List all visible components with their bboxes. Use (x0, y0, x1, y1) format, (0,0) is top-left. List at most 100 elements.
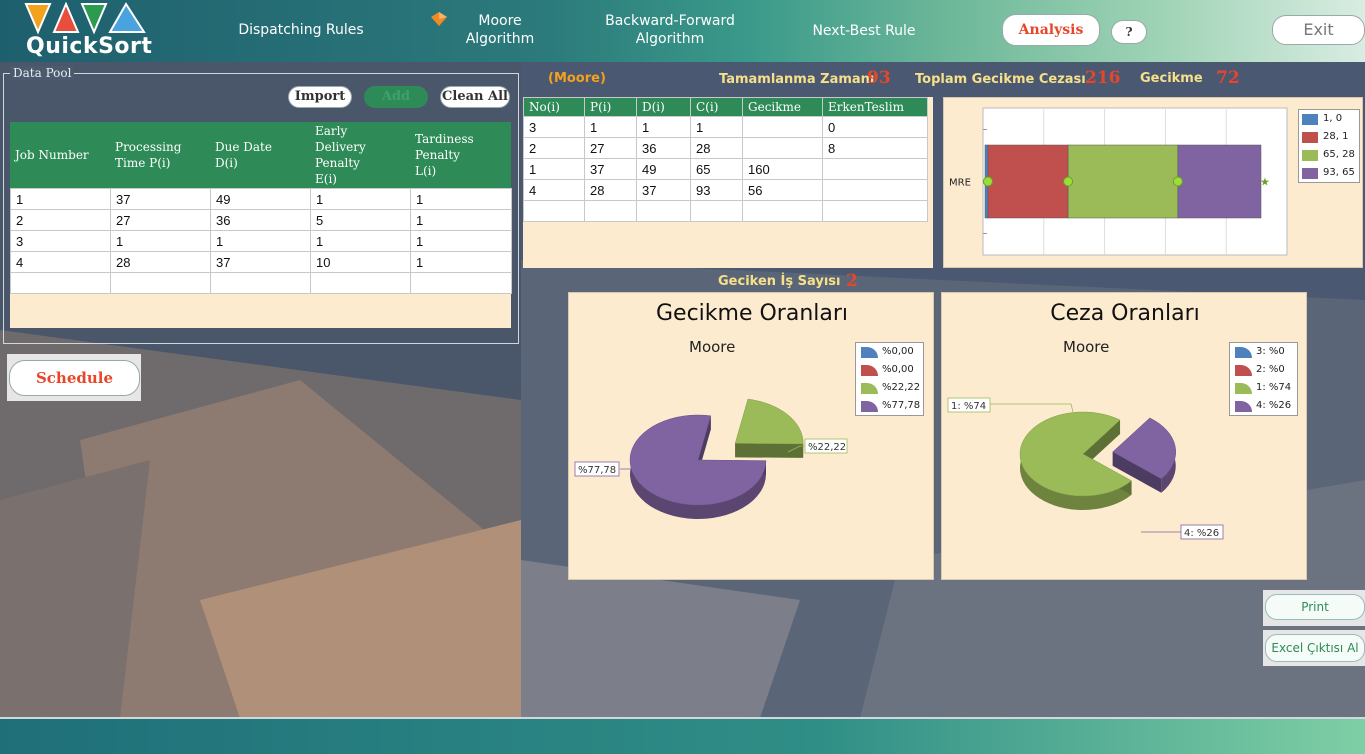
result-table-cell[interactable]: 93 (690, 179, 743, 201)
result-table-cell[interactable]: 37 (636, 179, 691, 201)
gantt-legend-item: 93, 65 (1299, 164, 1359, 182)
result-table-cell[interactable]: 8 (822, 137, 928, 159)
result-table-cell[interactable]: 49 (636, 158, 691, 180)
schedule-button[interactable]: Schedule (9, 360, 140, 396)
analysis-button[interactable]: Analysis (1002, 14, 1100, 46)
legend-label: %77,78 (882, 400, 921, 411)
job-table-cell[interactable]: 10 (310, 251, 411, 273)
result-table-cell[interactable] (742, 137, 823, 159)
job-table-cell[interactable] (410, 272, 512, 294)
result-table-cell[interactable]: 36 (636, 137, 691, 159)
nav-moore-line2: Algorithm (465, 31, 535, 47)
gantt-end-marker: ★ (1260, 176, 1270, 189)
result-table-cell[interactable]: 1 (636, 116, 691, 138)
job-table-cell[interactable]: 1 (110, 230, 211, 252)
nav-moore-algorithm[interactable]: Moore Algorithm (455, 12, 545, 48)
total-penalty-label: Toplam Gecikme Cezası (915, 72, 1086, 87)
job-table-cell[interactable] (110, 272, 211, 294)
pie-data-label: %77,78 (578, 465, 616, 476)
job-table-cell[interactable]: 1 (410, 251, 512, 273)
job-table-cell[interactable]: 37 (210, 251, 311, 273)
job-table-cell[interactable]: 5 (310, 209, 411, 231)
pie-slice-wall (735, 443, 804, 458)
gantt-bar-segment (987, 144, 1069, 219)
legend-label: 3: %0 (1256, 346, 1285, 357)
result-table-cell[interactable]: 65 (690, 158, 743, 180)
pie-data-label: 4: %26 (1184, 528, 1219, 539)
job-table-cell[interactable]: 28 (110, 251, 211, 273)
job-table-cell[interactable]: 1 (210, 230, 311, 252)
result-table-cell[interactable]: 27 (584, 137, 637, 159)
job-table-cell[interactable]: 2 (10, 209, 111, 231)
job-table-cell[interactable] (210, 272, 311, 294)
result-table-cell[interactable] (742, 116, 823, 138)
result-table-cell[interactable] (742, 200, 823, 222)
result-table-row[interactable]: 31110 (523, 116, 928, 138)
nav-backward-forward[interactable]: Backward-Forward Algorithm (595, 12, 745, 48)
result-table-cell[interactable]: 3 (523, 116, 585, 138)
result-table-cell[interactable] (690, 200, 743, 222)
result-table-row[interactable]: 2 27 36 28 8 (523, 137, 928, 159)
tardiness-ratio-legend: %0,00 %0,00 %22,22 %77,78 (855, 342, 924, 416)
job-table: 1 37 49 1 1 2 27 36 5 1 3 1 1 1 1 4 28 37 10 1 (10, 188, 512, 294)
result-table-cell[interactable]: 1 (523, 158, 585, 180)
result-table-row[interactable]: 1 37 49 65 160 (523, 158, 928, 180)
pie-legend-item: %0,00 (856, 343, 923, 361)
result-table-cell[interactable]: 2 (523, 137, 585, 159)
clean-all-button[interactable]: Clean All (440, 86, 510, 108)
result-table-cell[interactable]: 160 (742, 158, 823, 180)
job-table-cell[interactable]: 1 (410, 209, 512, 231)
job-table-cell[interactable]: 1 (10, 188, 111, 210)
result-table-cell[interactable] (523, 200, 585, 222)
job-table-row[interactable]: 2 27 36 5 1 (10, 209, 512, 231)
late-jobs-label: Geciken İş Sayısı (718, 274, 841, 289)
nav-dispatching-rules[interactable]: Dispatching Rules (236, 21, 366, 39)
job-table-cell[interactable]: 1 (410, 188, 512, 210)
print-button[interactable]: Print (1265, 594, 1365, 620)
import-button[interactable]: Import (288, 86, 352, 108)
tardiness-ratio-pie: %22,22 %77,78 (574, 398, 848, 519)
result-table-cell[interactable] (822, 158, 928, 180)
job-table-cell[interactable]: 3 (10, 230, 111, 252)
result-table-row[interactable] (523, 200, 928, 222)
job-table-row[interactable]: 4 28 37 10 1 (10, 251, 512, 273)
app-header: QuickSort Dispatching Rules Moore Algori… (0, 0, 1365, 62)
job-table-cell[interactable] (310, 272, 411, 294)
header-due-date: Due Date D(i) (215, 140, 272, 170)
result-table-cell[interactable] (822, 200, 928, 222)
job-table-cell[interactable]: 49 (210, 188, 311, 210)
result-table-cell[interactable]: 28 (690, 137, 743, 159)
excel-export-button[interactable]: Excel Çıktısı Al (1265, 634, 1365, 662)
result-table-cell[interactable]: 4 (523, 179, 585, 201)
legend-swatch (1302, 168, 1318, 179)
result-table-cell[interactable]: 56 (742, 179, 823, 201)
job-table-row[interactable]: 1 37 49 1 1 (10, 188, 512, 210)
exit-button[interactable]: Exit (1272, 15, 1365, 45)
job-table-cell[interactable]: 1 (310, 188, 411, 210)
job-table-cell[interactable]: 4 (10, 251, 111, 273)
job-table-cell[interactable] (10, 272, 111, 294)
result-table-cell[interactable] (584, 200, 637, 222)
job-table-row[interactable] (10, 272, 512, 294)
result-table-cell[interactable]: 0 (822, 116, 928, 138)
result-table-row[interactable]: 4 28 37 93 56 (523, 179, 928, 201)
pie-legend-item: 3: %0 (1230, 343, 1297, 361)
add-button[interactable]: Add (364, 86, 428, 108)
result-table-cell[interactable] (822, 179, 928, 201)
help-button[interactable]: ? (1111, 20, 1147, 44)
result-table-cell[interactable]: 28 (584, 179, 637, 201)
pie-legend-item: %77,78 (856, 397, 923, 415)
job-table-cell[interactable]: 36 (210, 209, 311, 231)
result-table-cell[interactable]: 1 (690, 116, 743, 138)
job-table-cell[interactable]: 27 (110, 209, 211, 231)
result-table-cell[interactable] (636, 200, 691, 222)
job-table-cell[interactable]: 1 (310, 230, 411, 252)
job-table-cell[interactable]: 1 (410, 230, 512, 252)
job-table-cell[interactable]: 37 (110, 188, 211, 210)
result-table-cell[interactable]: 37 (584, 158, 637, 180)
result-table-cell[interactable]: 1 (584, 116, 637, 138)
gantt-legend: 1, 0 28, 1 65, 28 93, 65 (1298, 109, 1360, 183)
job-table-row[interactable]: 31111 (10, 230, 512, 252)
legend-label: %0,00 (882, 364, 914, 375)
nav-next-best-rule[interactable]: Next-Best Rule (805, 22, 923, 40)
